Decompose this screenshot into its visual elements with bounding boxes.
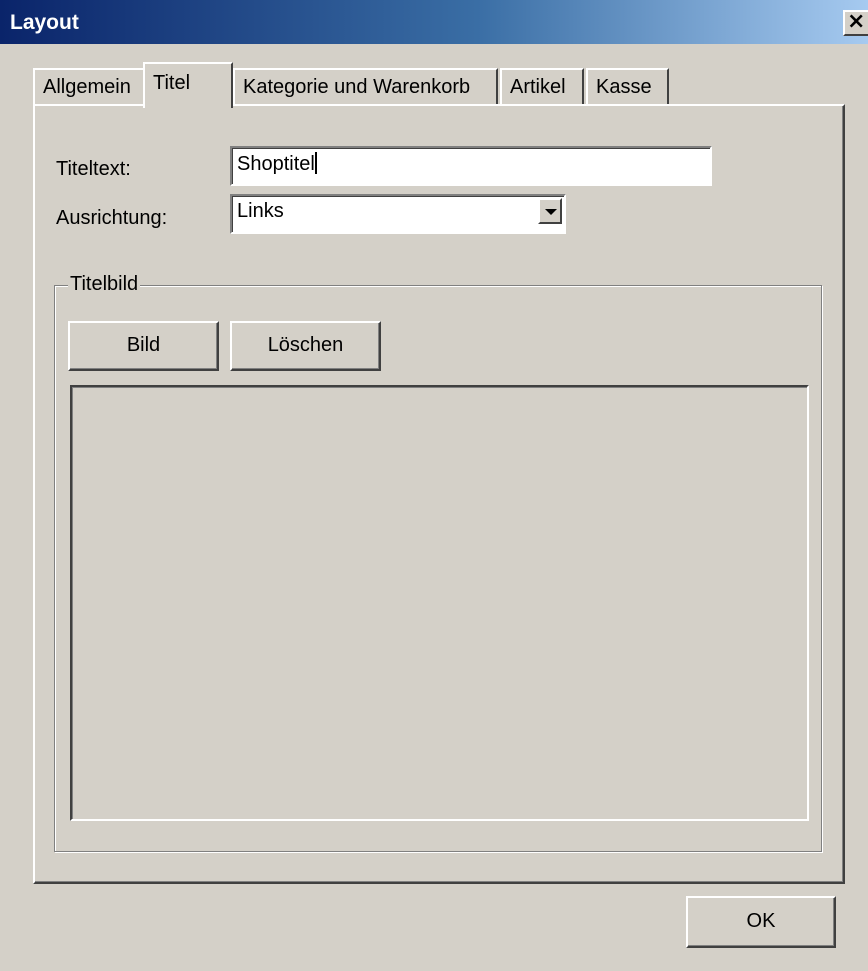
chevron-down-icon bbox=[545, 209, 557, 215]
tab-label: Titel bbox=[153, 72, 191, 94]
image-button-label: Bild bbox=[126, 334, 161, 356]
tab-label: Allgemein bbox=[43, 76, 131, 98]
title-image-group-legend: Titelbild bbox=[68, 273, 141, 296]
title-text-value: Shoptitel bbox=[237, 153, 315, 175]
ok-button[interactable]: OK bbox=[686, 896, 836, 948]
image-button[interactable]: Bild bbox=[68, 321, 219, 371]
title-bar[interactable] bbox=[0, 0, 868, 44]
tab-label: Kasse bbox=[596, 76, 652, 98]
title-text-input[interactable]: Shoptitel bbox=[230, 146, 712, 186]
ok-button-label: OK bbox=[746, 910, 776, 932]
close-button[interactable]: × bbox=[843, 10, 868, 36]
text-cursor bbox=[314, 152, 317, 174]
alignment-label: Ausrichtung: bbox=[56, 207, 168, 229]
tab-label: Kategorie und Warenkorb bbox=[243, 76, 471, 98]
window-title: Layout bbox=[10, 11, 79, 34]
tab-kategorie-und-warenkorb[interactable]: Kategorie und Warenkorb bbox=[233, 68, 498, 106]
delete-button-label: Löschen bbox=[267, 334, 344, 356]
title-image-preview bbox=[70, 385, 809, 821]
tab-allgemein[interactable]: Allgemein bbox=[33, 68, 145, 106]
tab-artikel[interactable]: Artikel bbox=[500, 68, 584, 106]
delete-image-button[interactable]: Löschen bbox=[230, 321, 381, 371]
tab-kasse[interactable]: Kasse bbox=[586, 68, 669, 106]
alignment-select[interactable]: Links bbox=[230, 194, 566, 234]
tab-label: Artikel bbox=[510, 76, 566, 98]
alignment-dropdown-button[interactable] bbox=[538, 198, 562, 224]
alignment-value: Links bbox=[237, 200, 284, 222]
title-text-label: Titeltext: bbox=[56, 158, 131, 180]
tab-titel[interactable]: Titel bbox=[143, 62, 233, 108]
close-icon: × bbox=[847, 9, 866, 34]
